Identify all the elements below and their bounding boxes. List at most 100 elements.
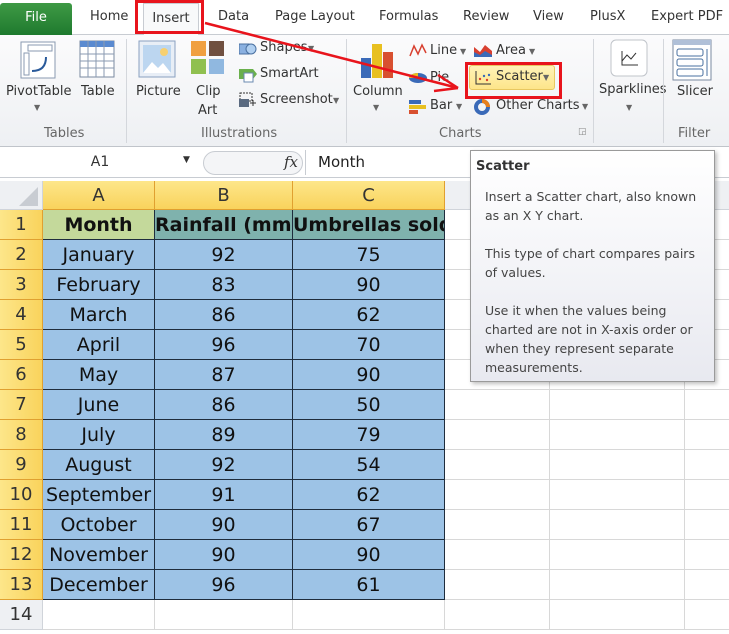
tab-home[interactable]: Home [90, 9, 128, 24]
cell[interactable]: 83 [155, 270, 293, 300]
tab-plusx[interactable]: PlusX [590, 9, 625, 24]
cell[interactable] [685, 600, 729, 630]
cell[interactable]: 90 [293, 360, 445, 390]
cell[interactable]: July [43, 420, 155, 450]
cell[interactable] [685, 450, 729, 480]
cell[interactable] [685, 390, 729, 420]
row-header[interactable]: 9 [0, 450, 43, 480]
cell[interactable] [685, 480, 729, 510]
tab-view[interactable]: View [533, 9, 564, 24]
tab-review[interactable]: Review [463, 9, 509, 24]
group-divider [126, 39, 127, 143]
row-header[interactable]: 7 [0, 390, 43, 420]
row-header[interactable]: 6 [0, 360, 43, 390]
cell[interactable]: 90 [293, 270, 445, 300]
cell[interactable] [43, 600, 155, 630]
cell[interactable]: November [43, 540, 155, 570]
cell[interactable]: October [43, 510, 155, 540]
cell[interactable]: 54 [293, 450, 445, 480]
row-header[interactable]: 2 [0, 240, 43, 270]
cell[interactable] [550, 420, 685, 450]
cell[interactable]: 50 [293, 390, 445, 420]
column-header[interactable]: B [155, 181, 293, 210]
name-box[interactable]: A1 [0, 150, 200, 175]
row-header[interactable]: 10 [0, 480, 43, 510]
cell[interactable]: 86 [155, 300, 293, 330]
cell[interactable]: 90 [293, 540, 445, 570]
cell[interactable]: February [43, 270, 155, 300]
row-header[interactable]: 12 [0, 540, 43, 570]
cell[interactable] [685, 540, 729, 570]
tab-data[interactable]: Data [218, 9, 249, 24]
cell[interactable]: 62 [293, 480, 445, 510]
cell[interactable]: December [43, 570, 155, 600]
cell[interactable]: September [43, 480, 155, 510]
cell[interactable]: 87 [155, 360, 293, 390]
row-header[interactable]: 8 [0, 420, 43, 450]
cell[interactable]: May [43, 360, 155, 390]
tab-formulas[interactable]: Formulas [379, 9, 438, 24]
cell[interactable] [550, 570, 685, 600]
cell[interactable]: 92 [155, 240, 293, 270]
cell[interactable] [445, 570, 550, 600]
cell[interactable] [685, 420, 729, 450]
cell[interactable] [445, 390, 550, 420]
cell[interactable]: 90 [155, 510, 293, 540]
cell[interactable] [445, 420, 550, 450]
cell[interactable]: April [43, 330, 155, 360]
cell[interactable] [445, 540, 550, 570]
cell[interactable]: 92 [155, 450, 293, 480]
cell[interactable]: 91 [155, 480, 293, 510]
header-cell[interactable]: Rainfall (mm) [155, 210, 293, 240]
insert-function-icon[interactable]: fx [284, 153, 298, 171]
cell[interactable]: March [43, 300, 155, 330]
cell[interactable] [550, 540, 685, 570]
cell[interactable] [445, 480, 550, 510]
tab-expert-pdf[interactable]: Expert PDF [651, 9, 723, 24]
cell[interactable]: 75 [293, 240, 445, 270]
row-header[interactable]: 1 [0, 210, 43, 240]
cell[interactable] [685, 510, 729, 540]
row-header[interactable]: 5 [0, 330, 43, 360]
cell[interactable]: 90 [155, 540, 293, 570]
cell[interactable]: August [43, 450, 155, 480]
cell[interactable] [685, 570, 729, 600]
cell[interactable] [550, 390, 685, 420]
cell[interactable] [155, 600, 293, 630]
cell[interactable]: 61 [293, 570, 445, 600]
cell[interactable]: 70 [293, 330, 445, 360]
tab-file[interactable]: File [0, 3, 72, 35]
cell[interactable]: 89 [155, 420, 293, 450]
cell[interactable] [550, 450, 685, 480]
column-header[interactable]: C [293, 181, 445, 210]
select-all-button[interactable] [0, 181, 43, 210]
area-chart-icon [474, 45, 492, 57]
cell[interactable]: 96 [155, 330, 293, 360]
cell[interactable]: 96 [155, 570, 293, 600]
header-cell[interactable]: Umbrellas sold [293, 210, 445, 240]
row-header[interactable]: 3 [0, 270, 43, 300]
cell[interactable] [445, 510, 550, 540]
cell[interactable]: 86 [155, 390, 293, 420]
screenshot-label: Screenshot [260, 92, 333, 107]
cell[interactable]: 62 [293, 300, 445, 330]
cell[interactable]: January [43, 240, 155, 270]
cell[interactable]: June [43, 390, 155, 420]
cell[interactable]: 79 [293, 420, 445, 450]
column-header[interactable]: A [43, 181, 155, 210]
charts-dialog-launcher-icon[interactable]: ◲ [578, 127, 587, 137]
row-header[interactable]: 14 [0, 600, 43, 630]
cell[interactable] [550, 600, 685, 630]
row-header[interactable]: 13 [0, 570, 43, 600]
cell[interactable] [445, 450, 550, 480]
header-cell[interactable]: Month [43, 210, 155, 240]
cell[interactable] [293, 600, 445, 630]
cell[interactable] [550, 480, 685, 510]
row-header[interactable]: 11 [0, 510, 43, 540]
cell[interactable]: 67 [293, 510, 445, 540]
cell[interactable] [445, 600, 550, 630]
tab-page-layout[interactable]: Page Layout [275, 9, 355, 24]
cell[interactable] [550, 510, 685, 540]
row-header[interactable]: 4 [0, 300, 43, 330]
name-box-dropdown-icon[interactable]: ▼ [183, 155, 190, 165]
